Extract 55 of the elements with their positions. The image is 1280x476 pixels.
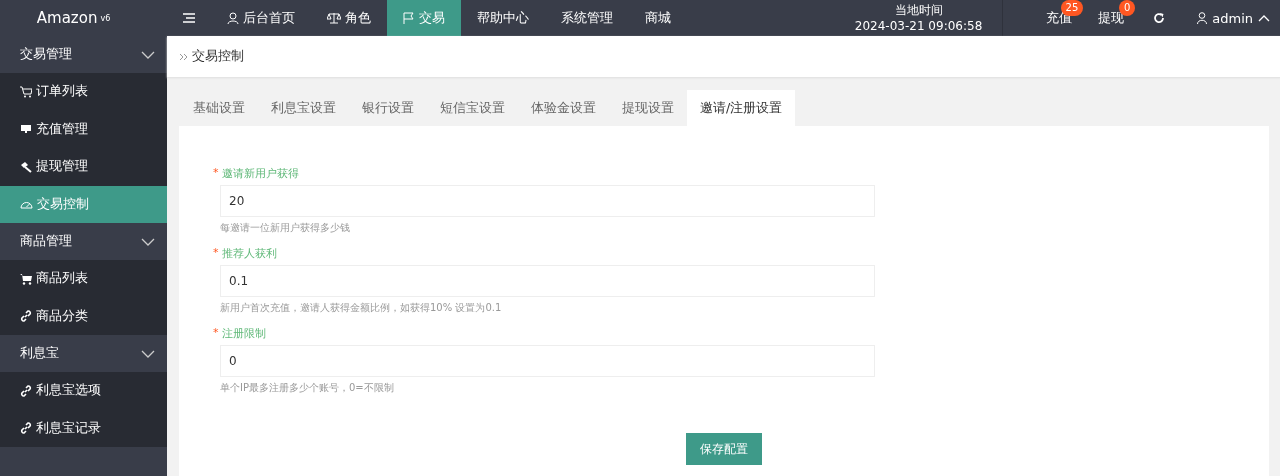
cart-icon <box>20 85 32 98</box>
nav-tab[interactable]: 商城 <box>629 0 687 36</box>
sidebar-item[interactable]: 利息宝记录 <box>0 409 167 447</box>
settings-tab[interactable]: 邀请/注册设置 <box>687 90 796 126</box>
input-field[interactable]: 0.1 <box>220 265 875 297</box>
help-text: 单个IP最多注册多少个账号，0=不限制 <box>220 381 395 395</box>
nav-tab[interactable]: 帮助中心 <box>461 0 545 36</box>
monitor-icon <box>20 123 32 136</box>
sidebar-group[interactable]: 交易管理 <box>0 36 167 73</box>
sidebar-item[interactable]: 商品分类 <box>0 297 167 335</box>
input-field[interactable]: 0 <box>220 345 875 377</box>
link-icon <box>20 422 32 435</box>
caret-icon <box>1258 14 1270 22</box>
chevron-icon <box>141 349 155 358</box>
clock-time: 2024-03-21 09:06:58 <box>854 18 983 34</box>
field-label: 注册限制 <box>221 326 266 341</box>
required-asterisk: * <box>213 166 219 181</box>
nav-tab[interactable]: 后台首页 <box>211 0 311 36</box>
settings-tab[interactable]: 基础设置 <box>180 90 258 126</box>
field-label: 邀请新用户获得 <box>221 166 299 181</box>
clock-label: 当地时间 <box>894 2 943 18</box>
cart-icon <box>20 272 32 285</box>
user-icon <box>227 12 239 24</box>
chevron-icon <box>141 237 155 246</box>
help-text: 每邀请一位新用户获得多少钱 <box>220 221 351 235</box>
settings-tab[interactable]: 银行设置 <box>349 90 427 126</box>
user-icon <box>1197 12 1208 24</box>
scale-icon <box>327 12 341 24</box>
sidebar-item[interactable]: 充值管理 <box>0 110 167 148</box>
nav-tab[interactable]: 角色 <box>311 0 387 36</box>
settings-tab[interactable]: 短信宝设置 <box>427 90 518 126</box>
user-menu[interactable]: admin <box>1181 0 1280 36</box>
link-icon <box>20 384 32 397</box>
hammer-icon <box>20 160 32 173</box>
required-asterisk: * <box>213 326 219 341</box>
sidebar-item[interactable]: 提现管理 <box>0 148 167 186</box>
field-label: 推荐人获利 <box>221 246 277 261</box>
sidebar-group[interactable]: 商品管理 <box>0 223 167 260</box>
chevrons-icon <box>179 52 188 61</box>
settings-tab[interactable]: 体验金设置 <box>518 90 609 126</box>
logo: Amazon $^{v6}$ <box>35 8 112 29</box>
settings-tab[interactable]: 利息宝设置 <box>258 90 349 126</box>
input-field[interactable]: 20 <box>220 185 875 217</box>
sidebar-item[interactable]: 利息宝选项 <box>0 372 167 410</box>
chevron-icon <box>141 50 155 59</box>
sidebar-item[interactable]: 商品列表 <box>0 260 167 298</box>
nav-tab[interactable]: 系统管理 <box>545 0 629 36</box>
settings-tab[interactable]: 提现设置 <box>609 90 687 126</box>
sidebar-item[interactable]: 订单列表 <box>0 73 167 111</box>
help-text: 新用户首次充值，邀请人获得金额比例，如获得10% 设置为0.1 <box>220 301 503 315</box>
required-asterisk: * <box>213 246 219 261</box>
sidebar-group[interactable]: 利息宝 <box>0 335 167 372</box>
link-icon <box>20 310 32 323</box>
breadcrumb: 交易控制 <box>192 48 244 65</box>
flag-icon <box>403 12 415 24</box>
